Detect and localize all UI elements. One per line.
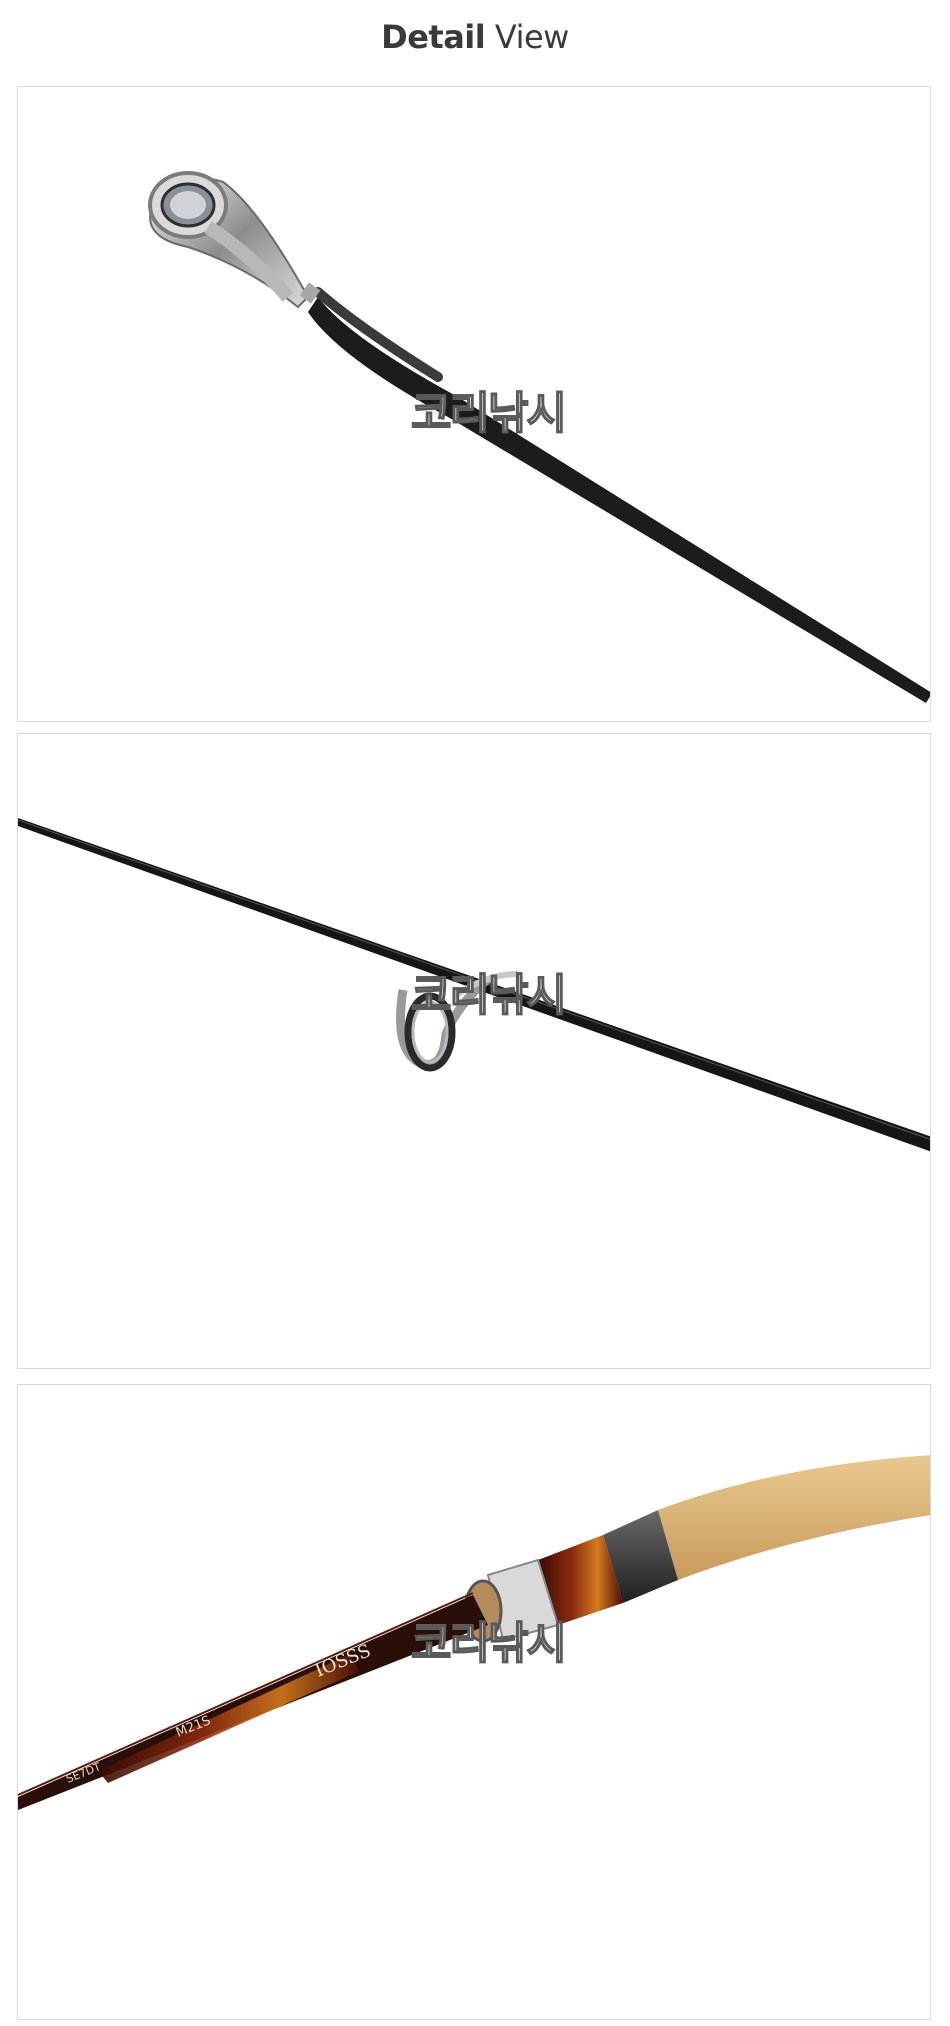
watermark-text: 코리낚시 [410, 1617, 568, 1670]
page-title: Detail View [0, 18, 950, 56]
rod-handle-photo: IOSSS M21S SE7DT [18, 1455, 930, 1810]
photo-panel-tip-guide: 코리낚시 [17, 86, 931, 722]
photo-panel-line-guide: 코리낚시 [17, 733, 931, 1369]
photo-panel-reel-seat-grip: IOSSS M21S SE7DT 코리낚시 [17, 1384, 931, 2020]
page-title-bold: Detail [381, 18, 486, 56]
watermark-text: 코리낚시 [410, 387, 568, 440]
watermark-text: 코리낚시 [410, 969, 568, 1022]
page-title-rest: View [485, 18, 569, 56]
rod-line-guide-photo [18, 818, 930, 1152]
